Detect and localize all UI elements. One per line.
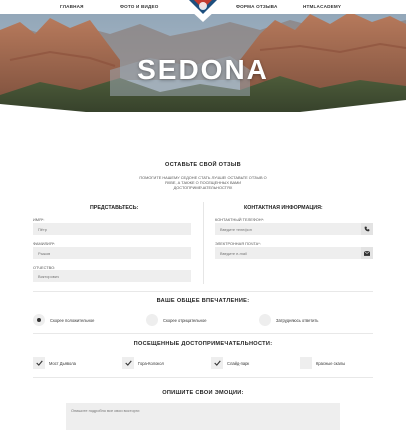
sedona-logo-icon[interactable] <box>179 0 227 22</box>
sight-label: Гора-Колокол <box>138 361 164 366</box>
envelope-icon <box>361 247 373 259</box>
sight-label: Красные скалы <box>316 361 346 366</box>
emotions-title: ОПИШИТЕ СВОИ ЭМОЦИИ: <box>162 390 244 396</box>
hero-title: SEDONA <box>137 54 269 85</box>
checkmark-icon <box>124 360 132 366</box>
phone-input[interactable] <box>215 223 361 235</box>
last-name-input[interactable] <box>33 247 191 259</box>
sight-label: Мост Дьявола <box>49 361 76 366</box>
personal-info-title: ПРЕДСТАВЬТЕСЬ: <box>90 205 139 211</box>
radio-button[interactable] <box>33 314 45 326</box>
checkbox[interactable] <box>300 357 312 369</box>
checkbox[interactable] <box>122 357 134 369</box>
impression-option-label: Скорее положительное <box>50 318 95 323</box>
radio-button[interactable] <box>146 314 158 326</box>
last-name-label: ФАМИЛИЯ*: <box>33 241 56 246</box>
phone-icon <box>361 223 373 235</box>
impression-option-label: Скорее отрицательное <box>163 318 207 323</box>
sight-red-rocks[interactable]: Красные скалы <box>300 357 380 369</box>
checkmark-icon <box>213 360 221 366</box>
nav-link-review-form[interactable]: ФОРМА ОТЗЫВА <box>236 4 277 9</box>
form-title: ОСТАВЬТЕ СВОЙ ОТЗЫВ <box>165 162 241 168</box>
column-divider <box>203 202 204 284</box>
middle-name-input[interactable] <box>33 270 191 282</box>
sight-label: Слайд-парк <box>227 361 250 366</box>
impression-option-negative[interactable]: Скорее отрицательное <box>146 314 236 326</box>
checkbox[interactable] <box>33 357 45 369</box>
sight-bell-rock[interactable]: Гора-Колокол <box>122 357 202 369</box>
first-name-label: ИМЯ*: <box>33 217 45 222</box>
sight-slide-park[interactable]: Слайд-парк <box>211 357 291 369</box>
nav-link-htmlacademy[interactable]: HTMLACADEMY <box>303 4 341 9</box>
sights-title: ПОСЕЩЕННЫЕ ДОСТОПРИМЕЧАТЕЛЬНОСТИ: <box>133 341 273 347</box>
email-label: ЭЛЕКТРОННАЯ ПОЧТА*: <box>215 241 261 246</box>
impression-title: ВАШЕ ОБЩЕЕ ВПЕЧАТЛЕНИЕ: <box>156 298 250 304</box>
section-divider <box>33 291 373 292</box>
email-input[interactable] <box>215 247 361 259</box>
impression-option-positive[interactable]: Скорее положительное <box>33 314 123 326</box>
checkbox[interactable] <box>211 357 223 369</box>
impression-option-unsure[interactable]: Затрудняюсь ответить <box>259 314 349 326</box>
emotions-textarea[interactable] <box>66 403 340 430</box>
radio-selected-dot <box>37 318 41 322</box>
checkmark-icon <box>35 360 43 366</box>
section-divider <box>33 377 373 378</box>
form-intro-text: ПОМОГИТЕ НАШЕМУ СЕДОНЕ СТАТЬ ЛУЧШЕ! ОСТА… <box>139 175 267 191</box>
section-divider <box>33 333 373 334</box>
nav-link-photo-video[interactable]: ФОТО И ВИДЕО <box>120 4 159 9</box>
impression-option-label: Затрудняюсь ответить <box>276 318 319 323</box>
contact-info-title: КОНТАКТНАЯ ИНФОРМАЦИЯ: <box>244 205 323 211</box>
radio-button[interactable] <box>259 314 271 326</box>
first-name-input[interactable] <box>33 223 191 235</box>
nav-link-home[interactable]: ГЛАВНАЯ <box>60 4 84 9</box>
sight-devils-bridge[interactable]: Мост Дьявола <box>33 357 113 369</box>
phone-label: КОНТАКТНЫЙ ТЕЛЕФОН*: <box>215 217 265 222</box>
